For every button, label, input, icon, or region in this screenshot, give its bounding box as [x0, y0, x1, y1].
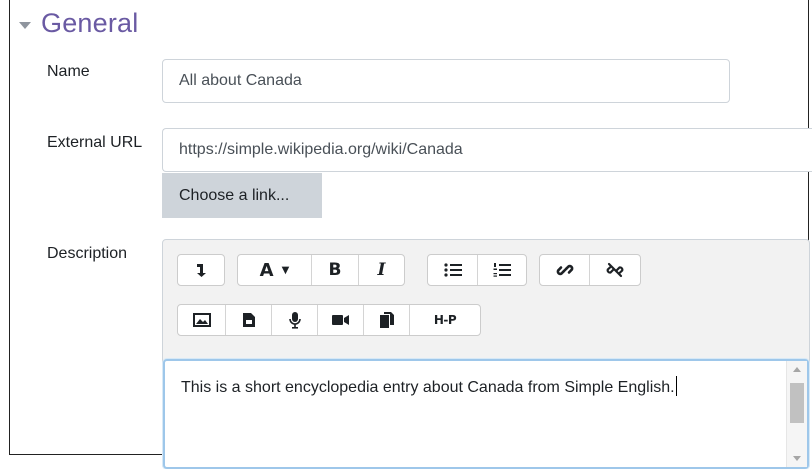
external-url-input[interactable]: https://simple.wikipedia.org/wiki/Canada — [162, 128, 812, 172]
text-cursor — [675, 376, 677, 396]
name-input[interactable]: All about Canada — [162, 59, 730, 103]
numbered-list-icon — [493, 263, 511, 277]
scroll-down-arrow-icon[interactable] — [793, 456, 801, 461]
h5p-icon: H-P — [433, 313, 457, 327]
toolbar-group-media: H-P — [177, 304, 481, 336]
copy-files-icon — [379, 312, 394, 328]
unlink-button[interactable] — [590, 255, 640, 285]
section-header[interactable]: General — [19, 8, 138, 39]
toolbar-group-style: A ▼ B I — [237, 254, 405, 286]
show-more-button[interactable] — [178, 255, 224, 285]
arrow-down-icon — [197, 264, 206, 277]
textarea-scrollbar[interactable] — [786, 361, 807, 467]
description-label: Description — [47, 245, 128, 262]
toolbar-group-collapse — [177, 254, 225, 286]
image-button[interactable] — [178, 305, 226, 335]
bold-icon: B — [328, 260, 342, 280]
image-icon — [192, 313, 211, 327]
unordered-list-button[interactable] — [428, 255, 478, 285]
toolbar-group-lists — [427, 254, 527, 286]
file-icon — [242, 313, 255, 327]
bullet-list-icon — [443, 263, 462, 277]
name-label: Name — [47, 63, 90, 80]
bold-button[interactable]: B — [312, 255, 359, 285]
collapse-caret-icon[interactable] — [19, 22, 31, 29]
toolbar-group-links — [539, 254, 641, 286]
h5p-button[interactable]: H-P — [410, 305, 480, 335]
scroll-up-arrow-icon[interactable] — [793, 367, 801, 372]
description-text: This is a short encyclopedia entry about… — [181, 376, 677, 397]
name-input-value: All about Canada — [179, 72, 302, 89]
record-audio-button[interactable] — [272, 305, 318, 335]
record-video-button[interactable] — [318, 305, 364, 335]
section-title: General — [41, 8, 139, 38]
external-url-value: https://simple.wikipedia.org/wiki/Canada — [179, 141, 463, 158]
ordered-list-button[interactable] — [478, 255, 526, 285]
microphone-icon — [288, 312, 301, 329]
italic-button[interactable]: I — [359, 255, 404, 285]
unlink-icon — [606, 262, 624, 278]
scrollbar-thumb[interactable] — [790, 383, 804, 423]
font-a-icon: A — [259, 259, 274, 281]
chevron-down-icon: ▼ — [281, 264, 290, 276]
external-url-label: External URL — [47, 134, 143, 151]
media-button[interactable] — [226, 305, 272, 335]
link-button[interactable] — [540, 255, 590, 285]
choose-link-button[interactable]: Choose a link... — [162, 173, 322, 218]
manage-files-button[interactable] — [364, 305, 410, 335]
video-camera-icon — [331, 315, 349, 325]
link-icon — [556, 264, 573, 276]
italic-icon: I — [377, 260, 386, 280]
font-style-dropdown[interactable]: A ▼ — [238, 255, 312, 285]
description-textarea[interactable]: This is a short encyclopedia entry about… — [163, 359, 809, 469]
